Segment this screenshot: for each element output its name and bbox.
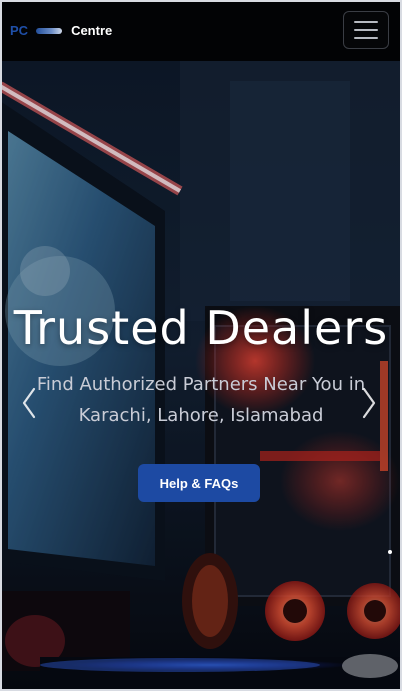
hamburger-line — [354, 29, 378, 31]
hero-title: Trusted Dealers — [13, 301, 389, 355]
carousel-prev-button[interactable] — [18, 383, 40, 423]
menu-toggle-button[interactable] — [343, 11, 389, 49]
hero-subtitle: Find Authorized Partners Near You in Kar… — [10, 369, 392, 431]
help-faqs-button[interactable]: Help & FAQs — [138, 464, 260, 502]
chevron-right-icon — [362, 387, 376, 419]
brand-pill-icon — [36, 27, 63, 34]
carousel-next-button[interactable] — [358, 383, 380, 423]
hero-subtitle-line1: Find Authorized Partners Near You in — [36, 374, 366, 395]
brand-name: Centre — [71, 23, 113, 38]
hamburger-menu-icon — [354, 21, 378, 23]
hero-carousel: Trusted Dealers Find Authorized Partners… — [0, 61, 402, 691]
carousel-indicator[interactable] — [388, 550, 392, 554]
hamburger-line — [354, 37, 378, 39]
brand-logo[interactable]: PC Centre — [10, 23, 112, 38]
navbar: PC Centre — [0, 0, 402, 61]
hero-subtitle-line2: Karachi, Lahore, Islamabad — [78, 405, 324, 426]
brand-prefix: PC — [10, 23, 29, 38]
chevron-left-icon — [22, 387, 36, 419]
